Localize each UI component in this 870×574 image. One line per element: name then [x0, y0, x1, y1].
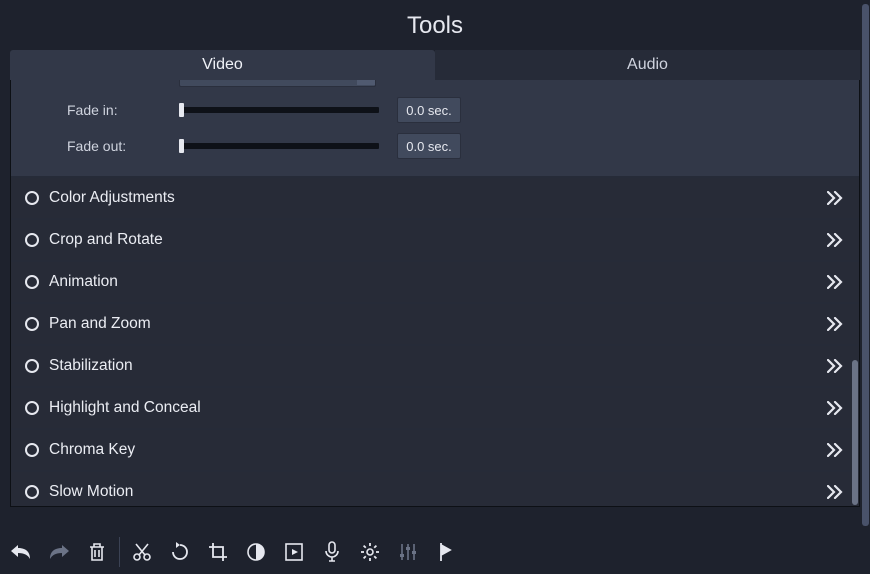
- chevron-right-icon: [827, 317, 845, 331]
- chevron-down-icon[interactable]: [357, 80, 375, 85]
- item-label: Highlight and Conceal: [49, 399, 827, 417]
- radio-icon[interactable]: [25, 275, 39, 289]
- panel-scrollbar[interactable]: [852, 360, 858, 505]
- duration-value: 00:00.000: [180, 80, 357, 82]
- list-item[interactable]: Animation: [11, 262, 859, 302]
- fade-out-value[interactable]: 0.0 sec.: [397, 133, 461, 159]
- item-label: Chroma Key: [49, 441, 827, 459]
- toolbar: [0, 530, 465, 574]
- item-label: Pan and Zoom: [49, 315, 827, 333]
- item-label: Animation: [49, 273, 827, 291]
- list-item[interactable]: Stabilization: [11, 346, 859, 386]
- list-item[interactable]: Pan and Zoom: [11, 304, 859, 344]
- separator: [119, 537, 120, 567]
- item-label: Slow Motion: [49, 483, 827, 501]
- form-area: Duration: 00:00.000 Fade in: 0.0 sec. Fa…: [11, 80, 859, 176]
- radio-icon[interactable]: [25, 359, 39, 373]
- radio-icon[interactable]: [25, 317, 39, 331]
- chevron-right-icon: [827, 191, 845, 205]
- duration-label: Duration:: [67, 80, 179, 82]
- page-title: Tools: [0, 0, 870, 50]
- clip-props-button[interactable]: [275, 532, 313, 572]
- duration-dropdown[interactable]: 00:00.000: [179, 80, 376, 87]
- tabs: Video Audio: [10, 50, 860, 80]
- outer-scrollbar[interactable]: [862, 4, 869, 526]
- chevron-right-icon: [827, 275, 845, 289]
- chevron-right-icon: [827, 485, 845, 499]
- tab-video[interactable]: Video: [10, 50, 435, 80]
- settings-button[interactable]: [351, 532, 389, 572]
- list-item[interactable]: Color Adjustments: [11, 178, 859, 218]
- voiceover-button[interactable]: [313, 532, 351, 572]
- fade-in-value[interactable]: 0.0 sec.: [397, 97, 461, 123]
- item-label: Stabilization: [49, 357, 827, 375]
- item-label: Color Adjustments: [49, 189, 827, 207]
- slider-thumb[interactable]: [179, 103, 184, 117]
- video-panel: Duration: 00:00.000 Fade in: 0.0 sec. Fa…: [10, 80, 860, 507]
- list-item[interactable]: Slow Motion: [11, 472, 859, 507]
- radio-icon[interactable]: [25, 233, 39, 247]
- fade-in-row: Fade in: 0.0 sec.: [11, 92, 859, 128]
- list-item[interactable]: Chroma Key: [11, 430, 859, 470]
- fade-out-label: Fade out:: [67, 138, 179, 154]
- radio-icon[interactable]: [25, 191, 39, 205]
- fade-out-row: Fade out: 0.0 sec.: [11, 128, 859, 164]
- item-label: Crop and Rotate: [49, 231, 827, 249]
- tools-list: Color Adjustments Crop and Rotate Animatio…: [11, 178, 859, 507]
- slider-thumb[interactable]: [179, 139, 184, 153]
- duration-row: Duration: 00:00.000: [11, 80, 859, 92]
- fade-in-label: Fade in:: [67, 102, 179, 118]
- tab-audio[interactable]: Audio: [435, 50, 860, 80]
- fade-out-slider[interactable]: [179, 143, 379, 149]
- radio-icon[interactable]: [25, 443, 39, 457]
- undo-button[interactable]: [2, 532, 40, 572]
- list-item[interactable]: Crop and Rotate: [11, 220, 859, 260]
- chevron-right-icon: [827, 401, 845, 415]
- marker-button[interactable]: [427, 532, 465, 572]
- radio-icon[interactable]: [25, 485, 39, 499]
- crop-button[interactable]: [199, 532, 237, 572]
- chevron-right-icon: [827, 233, 845, 247]
- delete-button[interactable]: [78, 532, 116, 572]
- radio-icon[interactable]: [25, 401, 39, 415]
- redo-button: [40, 532, 78, 572]
- list-item[interactable]: Highlight and Conceal: [11, 388, 859, 428]
- cut-button[interactable]: [123, 532, 161, 572]
- chevron-right-icon: [827, 443, 845, 457]
- chevron-right-icon: [827, 359, 845, 373]
- fade-in-slider[interactable]: [179, 107, 379, 113]
- rotate-button[interactable]: [161, 532, 199, 572]
- equalizer-button: [389, 532, 427, 572]
- color-button[interactable]: [237, 532, 275, 572]
